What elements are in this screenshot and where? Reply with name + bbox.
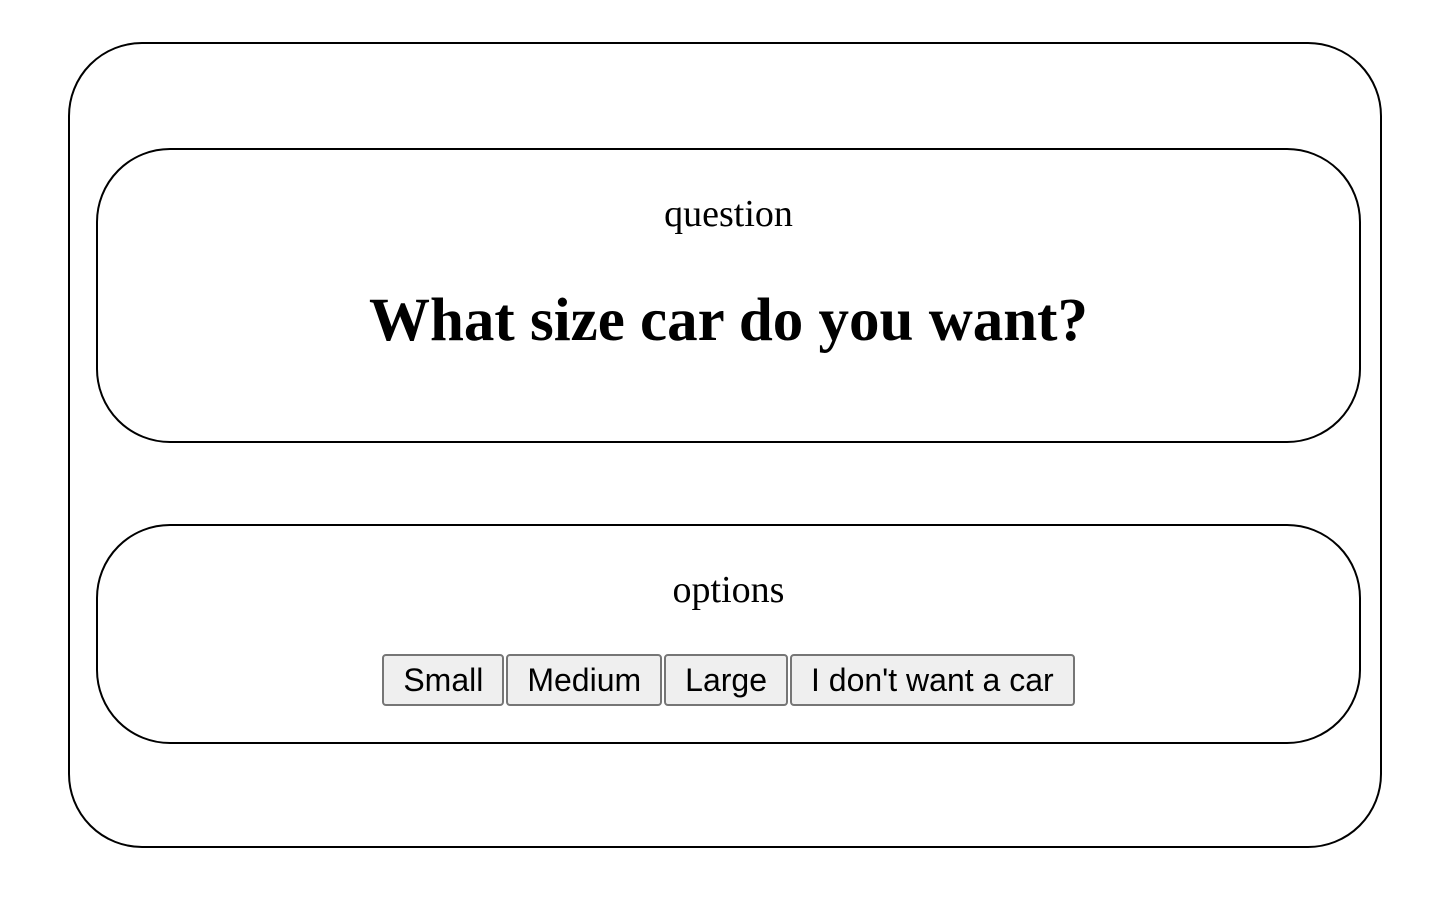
option-no-car-button[interactable]: I don't want a car: [789, 654, 1075, 706]
question-text: What size car do you want?: [368, 287, 1088, 354]
question-section-label: question: [664, 193, 793, 235]
question-section: question What size car do you want?: [96, 148, 1361, 443]
options-section-label: options: [672, 569, 785, 611]
option-medium-button[interactable]: Medium: [506, 654, 663, 706]
option-large-button[interactable]: Large: [664, 654, 788, 706]
option-small-button[interactable]: Small: [382, 654, 505, 706]
options-button-row: Small Medium Large I don't want a car: [98, 654, 1359, 706]
options-section: options Small Medium Large I don't want …: [96, 524, 1361, 744]
